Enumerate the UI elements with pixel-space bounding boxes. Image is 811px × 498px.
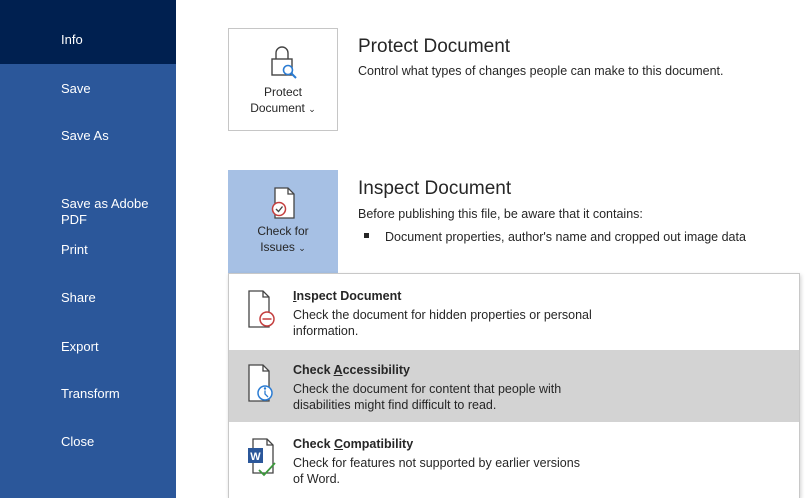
chevron-down-icon: ⌄ bbox=[308, 104, 316, 114]
menu-item-check-accessibility[interactable]: Check Accessibility Check the document f… bbox=[229, 350, 799, 422]
nav-info-label: Info bbox=[61, 32, 83, 47]
protect-button-line2-wrap: Document ⌄ bbox=[229, 100, 337, 117]
title-part: ompatibility bbox=[343, 437, 414, 451]
protect-document-title: Protect Document bbox=[358, 36, 511, 57]
nav-close-label: Close bbox=[61, 434, 95, 449]
title-part: Check bbox=[293, 363, 334, 377]
nav-export-label: Export bbox=[61, 339, 99, 354]
accessibility-icon bbox=[248, 364, 273, 402]
menu-item-check-compatibility[interactable]: W Check Compatibility Check for features… bbox=[229, 424, 799, 496]
compatibility-icon: W bbox=[248, 438, 276, 477]
check-document-icon bbox=[271, 187, 295, 219]
chevron-down-icon: ⌄ bbox=[298, 243, 306, 253]
nav-info[interactable]: Info bbox=[0, 0, 176, 64]
menu-item-title: Check Compatibility bbox=[293, 437, 413, 451]
nav-share-label: Share bbox=[61, 290, 96, 305]
lock-icon bbox=[271, 46, 297, 79]
check-for-issues-button[interactable]: Check for Issues ⌄ bbox=[228, 170, 338, 273]
inspect-document-icon bbox=[248, 290, 275, 328]
title-part: Check bbox=[293, 437, 334, 451]
nav-save-as-adobe-pdf[interactable]: Save as Adobe PDF bbox=[0, 180, 176, 228]
nav-share[interactable]: Share bbox=[0, 290, 176, 306]
title-part: nspect Document bbox=[296, 289, 402, 303]
access-key: C bbox=[334, 437, 344, 451]
check-issues-line2: Issues bbox=[260, 240, 295, 254]
menu-item-title: Inspect Document bbox=[293, 289, 401, 303]
check-issues-line2-wrap: Issues ⌄ bbox=[228, 239, 338, 256]
check-for-issues-menu: Inspect Document Check the document for … bbox=[228, 273, 800, 498]
nav-print[interactable]: Print bbox=[0, 242, 176, 258]
protect-document-desc: Control what types of changes people can… bbox=[358, 64, 724, 78]
access-key: A bbox=[333, 363, 343, 377]
nav-save-as-adobe-pdf-label: Save as Adobe PDF bbox=[61, 196, 149, 227]
inspect-document-desc: Before publishing this file, be aware th… bbox=[358, 207, 643, 221]
title-part: ccessibility bbox=[342, 363, 410, 377]
svg-text:W: W bbox=[250, 451, 261, 463]
nav-transform-label: Transform bbox=[61, 386, 120, 401]
protect-button-line1: Protect bbox=[263, 85, 302, 99]
check-issues-line1: Check for bbox=[257, 224, 309, 238]
protect-document-button[interactable]: Protect Document ⌄ bbox=[228, 28, 338, 131]
inspect-bullet-text: Document properties, author's name and c… bbox=[385, 230, 746, 244]
nav-save-as-label: Save As bbox=[61, 128, 109, 143]
nav-save-label: Save bbox=[61, 81, 91, 96]
backstage-sidebar: Info Save Save As Save as Adobe PDF Prin… bbox=[0, 0, 176, 498]
nav-save-as[interactable]: Save As bbox=[0, 128, 176, 144]
inspect-bullet-item: Document properties, author's name and c… bbox=[364, 230, 746, 244]
menu-item-desc: Check for features not supported by earl… bbox=[293, 456, 580, 486]
menu-item-desc: Check the document for content that peop… bbox=[293, 382, 562, 412]
menu-item-inspect-document[interactable]: Inspect Document Check the document for … bbox=[229, 276, 799, 348]
nav-save[interactable]: Save bbox=[0, 81, 176, 97]
protect-button-line2: Document bbox=[250, 101, 305, 115]
menu-item-title: Check Accessibility bbox=[293, 363, 410, 377]
nav-export[interactable]: Export bbox=[0, 339, 176, 355]
nav-transform[interactable]: Transform bbox=[0, 386, 176, 402]
inspect-document-title: Inspect Document bbox=[358, 178, 512, 199]
nav-close[interactable]: Close bbox=[0, 434, 176, 450]
nav-print-label: Print bbox=[61, 242, 88, 257]
menu-item-desc: Check the document for hidden properties… bbox=[293, 308, 592, 338]
bullet-icon bbox=[364, 233, 369, 239]
